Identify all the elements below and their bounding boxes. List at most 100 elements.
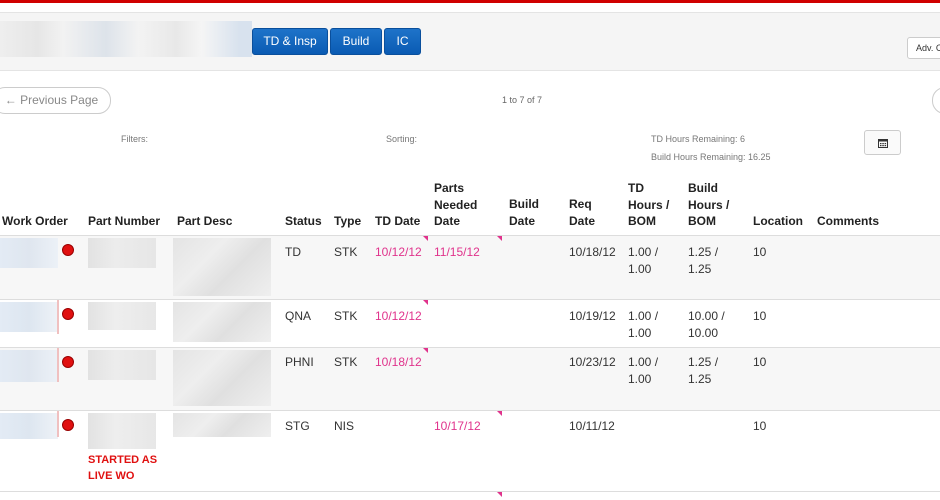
redacted-part-desc [173, 413, 271, 437]
col-build-hours-line3: BOM [688, 214, 716, 228]
table-row[interactable]: PHNI STK 10/18/12 10/23/12 1.00 /1.00 1.… [0, 348, 940, 410]
edit-marker [423, 300, 428, 305]
cell-status: PHNI [285, 355, 314, 369]
next-page-button[interactable] [932, 87, 940, 114]
started-as-live-note: STARTED AS LIVE WO [88, 454, 158, 482]
cell-type: NIS [334, 419, 355, 433]
col-part-number[interactable]: Part Number [88, 213, 160, 230]
col-parts-needed-line1: Parts [434, 181, 465, 195]
cell-location: 10 [753, 245, 767, 259]
cell-td-hours: 1.00 /1.00 [628, 355, 659, 386]
cell-location: 10 [753, 419, 767, 433]
cell-build-hours: 10.00 /10.00 [688, 309, 725, 340]
cell-build-hours: 1.25 /1.25 [688, 355, 719, 386]
table-row[interactable]: STARTED AS LIVE WO STG NIS 10/17/12 10/1… [0, 411, 940, 491]
redacted-part-desc [173, 350, 271, 406]
cell-status: STG [285, 419, 310, 433]
row-marker [57, 300, 59, 334]
col-td-date[interactable]: TD Date [375, 213, 420, 230]
cell-location: 10 [753, 309, 767, 323]
table-row[interactable]: TD STK 10/12/12 11/15/12 10/18/12 1.00 /… [0, 236, 940, 299]
cell-location: 10 [753, 355, 767, 369]
page-count: 1 to 7 of 7 [502, 95, 543, 105]
col-type[interactable]: Type [334, 213, 361, 230]
col-build-hours-line2: Hours / [688, 197, 730, 212]
table-row[interactable]: QNA STK 10/12/12 10/19/12 1.00 /1.00 10.… [0, 300, 940, 347]
top-accent-bar [0, 0, 940, 3]
edit-marker [423, 348, 428, 353]
row-marker [57, 348, 59, 382]
edit-marker [497, 236, 502, 241]
cell-parts-needed-date[interactable]: 11/15/12 [434, 244, 480, 261]
cell-parts-needed-date[interactable]: 10/17/12 [434, 418, 481, 435]
redacted-part-number [88, 350, 156, 380]
cell-req-date: 10/11/12 [569, 419, 615, 433]
col-part-desc[interactable]: Part Desc [177, 213, 232, 230]
status-dot [62, 356, 74, 368]
calendar-button[interactable] [864, 130, 901, 155]
redacted-work-order [0, 350, 58, 382]
col-build-hours-line1: Build [688, 181, 718, 195]
previous-page-button[interactable]: ← Previous Page [0, 87, 111, 114]
col-build-date[interactable]: Build Date [509, 196, 539, 229]
edit-marker [423, 236, 428, 241]
cell-td-hours: 1.00 /1.00 [628, 245, 659, 276]
col-td-hours-line1: TD [628, 181, 644, 195]
col-req-date-line2: Date [569, 213, 596, 228]
ic-button[interactable]: IC [384, 28, 421, 55]
cell-td-hours: 1.00 /1.00 [628, 309, 659, 340]
col-build-date-line1: Build [509, 197, 539, 211]
cell-td-date[interactable]: 10/12/12 [375, 244, 422, 261]
cell-type: STK [334, 355, 358, 369]
col-req-date[interactable]: Req Date [569, 196, 595, 229]
cell-build-hours: 1.25 /1.25 [688, 245, 719, 276]
status-dot [62, 419, 74, 431]
redacted-part-desc [173, 302, 271, 342]
cell-status: TD [285, 245, 301, 259]
cell-type: STK [334, 309, 358, 323]
cell-td-date[interactable]: 10/18/12 [375, 354, 422, 371]
td-hours-remaining: TD Hours Remaining: 6 [651, 134, 746, 144]
col-status[interactable]: Status [285, 213, 322, 230]
redacted-title [0, 21, 252, 57]
filters-label: Filters: [121, 134, 148, 144]
advanced-button[interactable]: Adv. C [907, 37, 940, 59]
col-location[interactable]: Location [753, 213, 803, 230]
cell-req-date: 10/18/12 [569, 245, 616, 259]
edit-marker [497, 492, 502, 497]
col-parts-needed-line2: Needed [434, 197, 478, 212]
td-insp-button[interactable]: TD & Insp [252, 28, 328, 55]
cell-status: QNA [285, 309, 312, 323]
redacted-part-number [88, 302, 156, 330]
col-td-hours-line3: BOM [628, 214, 656, 228]
build-button[interactable]: Build [330, 28, 382, 55]
col-parts-needed-date[interactable]: Parts Needed Date [434, 180, 477, 230]
redacted-work-order [0, 302, 58, 332]
cell-req-date: 10/23/12 [569, 355, 616, 369]
redacted-part-number [88, 413, 156, 449]
sorting-label: Sorting: [386, 134, 418, 144]
col-parts-needed-line3: Date [434, 214, 461, 228]
cell-type: STK [334, 245, 358, 259]
calendar-icon [877, 138, 888, 148]
redacted-work-order [0, 238, 58, 268]
status-dot [62, 244, 74, 256]
col-comments[interactable]: Comments [817, 213, 879, 230]
cell-td-date[interactable]: 10/12/12 [375, 308, 422, 325]
col-build-hours-bom[interactable]: Build Hours / BOM [688, 180, 729, 230]
col-build-date-line2: Date [509, 213, 536, 228]
build-hours-remaining: Build Hours Remaining: 16.25 [651, 152, 771, 162]
col-req-date-line1: Req [569, 197, 592, 211]
col-td-hours-bom[interactable]: TD Hours / BOM [628, 180, 669, 230]
status-dot [62, 308, 74, 320]
redacted-part-number [88, 238, 156, 268]
redacted-work-order [0, 413, 58, 439]
col-td-hours-line2: Hours / [628, 197, 670, 212]
toolbar [0, 12, 940, 71]
cell-req-date: 10/19/12 [569, 309, 616, 323]
row-divider [0, 491, 940, 492]
edit-marker [497, 411, 502, 416]
col-work-order[interactable]: Work Order [2, 213, 68, 230]
row-marker [57, 411, 59, 437]
redacted-part-desc [173, 238, 271, 296]
